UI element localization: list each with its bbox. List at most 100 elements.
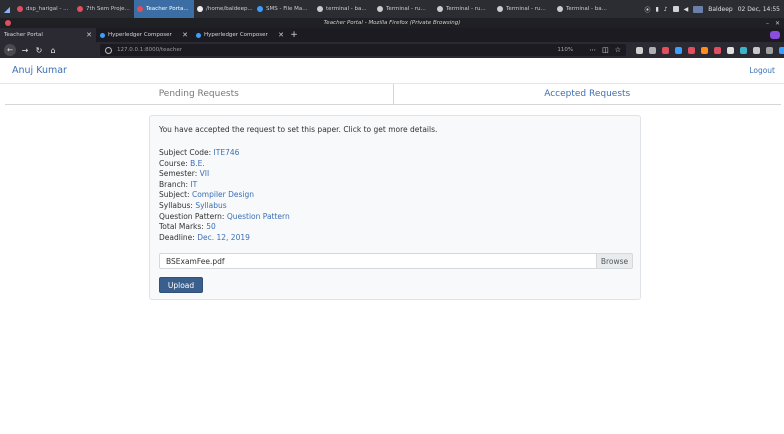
url-bar[interactable]: 127.0.0.1:8000/teacher 110% ⋯ ◫ ☆ [100,44,626,56]
url-text[interactable]: 127.0.0.1:8000/teacher [117,47,557,53]
detail-semester: Semester: VII [159,169,210,179]
download-icon[interactable] [636,46,643,54]
detail-total-marks: Total Marks: 50 [159,222,216,232]
extension-icon[interactable] [662,46,669,54]
taskbar-task-label: Teacher Porta... [146,6,189,12]
detail-subject-code: Subject Code: ITE746 [159,148,240,157]
extension-icon[interactable] [701,46,708,54]
branch-value[interactable]: IT [190,180,197,189]
browser-tab-label: Hyperledger Composer [204,32,268,38]
browser-navbar: ← → ↻ ⌂ 127.0.0.1:8000/teacher 110% ⋯ ◫ … [0,42,784,58]
detail-syllabus: Syllabus: Syllabus [159,200,227,210]
semester-value[interactable]: VII [200,169,210,178]
total-marks-value[interactable]: 50 [206,222,216,231]
subject-code-value[interactable]: ITE746 [214,148,240,157]
detail-branch: Branch: IT [159,179,198,189]
browser-tab-teacher-portal[interactable]: Teacher Portal ✕ [0,28,96,42]
subject-value[interactable]: Compiler Design [192,190,254,199]
user-avatar-icon [693,5,704,13]
extension-icon[interactable] [714,46,721,54]
syllabus-link[interactable]: Syllabus [195,201,226,210]
browse-button[interactable]: Browse [596,253,633,269]
user-name-brand[interactable]: Anuj Kumar [12,65,67,76]
network-icon[interactable]: ⦿ [644,5,650,14]
app-icon [77,6,83,12]
file-upload-group: BSExamFee.pdf Browse [159,253,633,269]
tray-clock[interactable]: 02 Dec, 14:55 [738,6,780,13]
close-tab-icon[interactable]: ✕ [278,31,284,39]
taskbar-task-label: /home/baldeep... [206,6,253,12]
taskbar-task[interactable]: SMS - File Ma... [254,0,314,18]
home-icon[interactable]: ⌂ [46,42,60,58]
browser-tab-label: Teacher Portal [4,32,43,38]
course-value[interactable]: B.E. [190,159,205,168]
browser-tab-strip: Teacher Portal ✕ Hyperledger Composer ✕ … [0,28,784,42]
back-icon[interactable]: ← [4,44,16,56]
file-input[interactable]: BSExamFee.pdf [159,253,596,269]
menu-icon[interactable]: ◢ [0,0,14,18]
extension-icon[interactable] [740,46,747,54]
taskbar-task[interactable]: 7th Sem Proje... [74,0,134,18]
bookmark-star-icon[interactable]: ☆ [615,46,621,54]
detail-course: Course: B.E. [159,158,205,168]
pocket-icon[interactable]: ◫ [602,46,609,54]
bell-icon[interactable]: ♪ [664,6,668,13]
taskbar-task[interactable]: Terminal - ru... [494,0,554,18]
new-tab-icon[interactable]: + [288,28,300,42]
system-tray: ⦿ ▮ ♪ ◀ Baldeep 02 Dec, 14:55 [644,5,784,14]
close-tab-icon[interactable]: ✕ [86,31,92,39]
close-tab-icon[interactable]: ✕ [182,31,188,39]
page-actions-icon[interactable]: ⋯ [589,46,596,54]
taskbar-task[interactable]: Terminal - ru... [374,0,434,18]
request-details-card: You have accepted the request to set thi… [149,115,641,300]
tray-app-icon[interactable] [672,6,679,12]
taskbar-task-label: Terminal - ba... [566,6,607,12]
window-controls: – ✕ [766,18,780,28]
upload-button[interactable]: Upload [159,277,203,293]
app-icon [197,6,203,12]
hyperledger-favicon-icon [100,32,105,38]
close-icon[interactable]: ✕ [775,20,780,27]
extension-icon[interactable] [779,46,784,54]
taskbar-task-label: Terminal - ru... [446,6,486,12]
taskbar-task[interactable]: Teacher Porta... [134,0,194,18]
tray-user-name[interactable]: Baldeep [708,6,732,13]
gear-icon[interactable] [727,46,734,54]
web-page: Anuj Kumar Logout Pending Requests Accep… [0,58,784,434]
app-icon [137,6,143,12]
site-navbar: Anuj Kumar Logout [0,58,784,84]
question-pattern-link[interactable]: Question Pattern [227,212,290,221]
minimize-icon[interactable]: – [766,20,769,27]
taskbar-task[interactable]: Terminal - ru... [434,0,494,18]
detail-subject: Subject: Compiler Design [159,190,255,200]
browser-tab-hyperledger-1[interactable]: Hyperledger Composer ✕ [96,28,192,42]
taskbar-task-label: 7th Sem Proje... [86,6,130,12]
volume-icon[interactable]: ◀ [684,6,689,13]
app-icon [437,6,443,12]
forward-icon[interactable]: → [18,42,32,58]
taskbar-task[interactable]: terminal - ba... [314,0,374,18]
taskbar-task-label: SMS - File Ma... [266,6,308,12]
browser-tab-label: Hyperledger Composer [108,32,172,38]
toolbar-extensions [636,46,784,54]
browser-tab-hyperledger-2[interactable]: Hyperledger Composer ✕ [192,28,288,42]
tab-accepted-requests[interactable]: Accepted Requests [394,84,782,104]
battery-icon[interactable]: ▮ [655,6,658,13]
extension-icon[interactable] [766,46,773,54]
paper-details: Subject Code: ITE746 Course: B.E. Semest… [159,148,290,243]
taskbar-task[interactable]: dsp_harigal - ... [14,0,74,18]
adblock-icon[interactable] [688,46,695,54]
deadline-value[interactable]: Dec. 12, 2019 [197,233,250,242]
zoom-level[interactable]: 110% [557,47,573,53]
tab-pending-requests[interactable]: Pending Requests [5,84,394,104]
extension-icon[interactable] [675,46,682,54]
taskbar-task[interactable]: Terminal - ba... [554,0,614,18]
taskbar-task-label: dsp_harigal - ... [26,6,69,12]
app-icon [317,6,323,12]
library-icon[interactable] [649,46,656,54]
extension-icon[interactable] [753,46,760,54]
info-icon[interactable] [105,46,112,54]
logout-link[interactable]: Logout [749,66,775,75]
taskbar-task[interactable]: /home/baldeep... [194,0,254,18]
reload-icon[interactable]: ↻ [32,42,46,58]
